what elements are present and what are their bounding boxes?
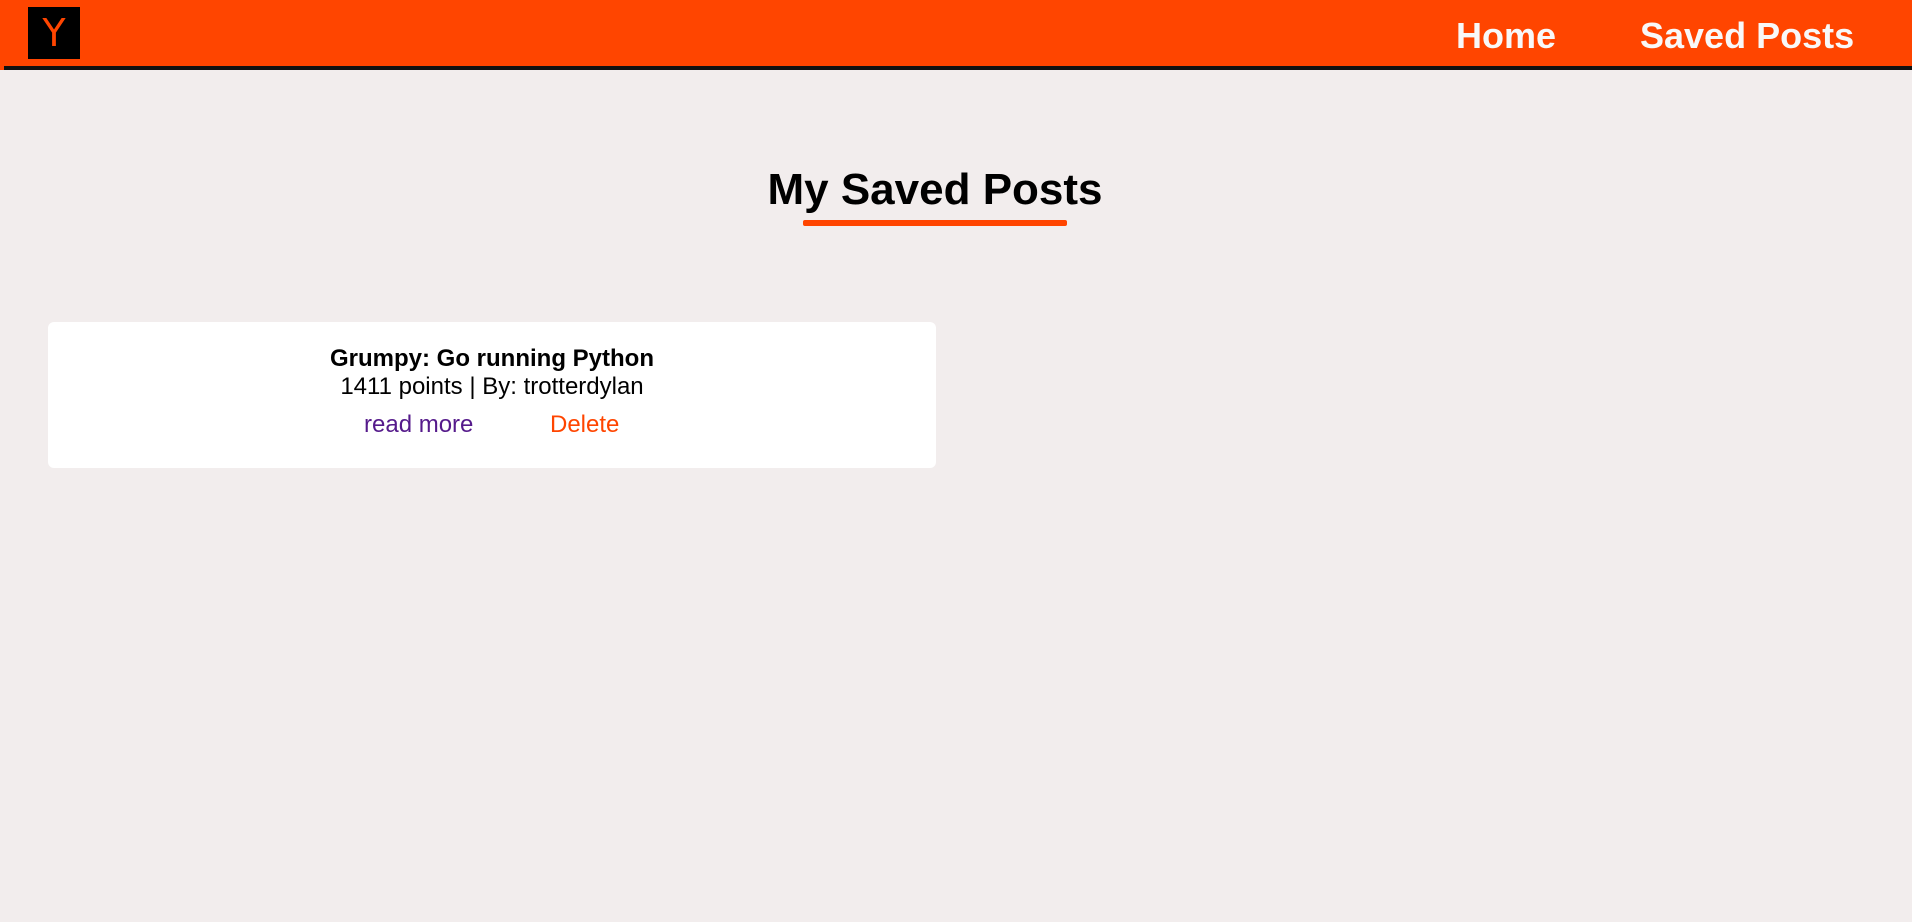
post-points: 1411 bbox=[340, 373, 392, 400]
read-more-link[interactable]: read more bbox=[364, 410, 473, 440]
post-author: trotterdylan bbox=[523, 373, 644, 400]
meta-separator: | bbox=[469, 373, 476, 400]
saved-post-card: Grumpy: Go running Python 1411 points | … bbox=[48, 322, 936, 468]
nav-saved-posts-link[interactable]: Saved Posts bbox=[1640, 14, 1854, 58]
page-title: My Saved Posts bbox=[767, 165, 1103, 214]
post-by-label: By: bbox=[482, 373, 517, 400]
post-points-label: points bbox=[398, 373, 463, 400]
top-navbar: Y Home Saved Posts bbox=[0, 0, 1912, 70]
delete-post-button[interactable]: Delete bbox=[550, 410, 619, 440]
post-meta: 1411 points | By: trotterdylan bbox=[48, 372, 936, 402]
y-logo-icon[interactable]: Y bbox=[28, 7, 80, 59]
title-underline bbox=[803, 220, 1067, 226]
post-title: Grumpy: Go running Python bbox=[330, 345, 654, 372]
nav-home-link[interactable]: Home bbox=[1456, 14, 1556, 58]
